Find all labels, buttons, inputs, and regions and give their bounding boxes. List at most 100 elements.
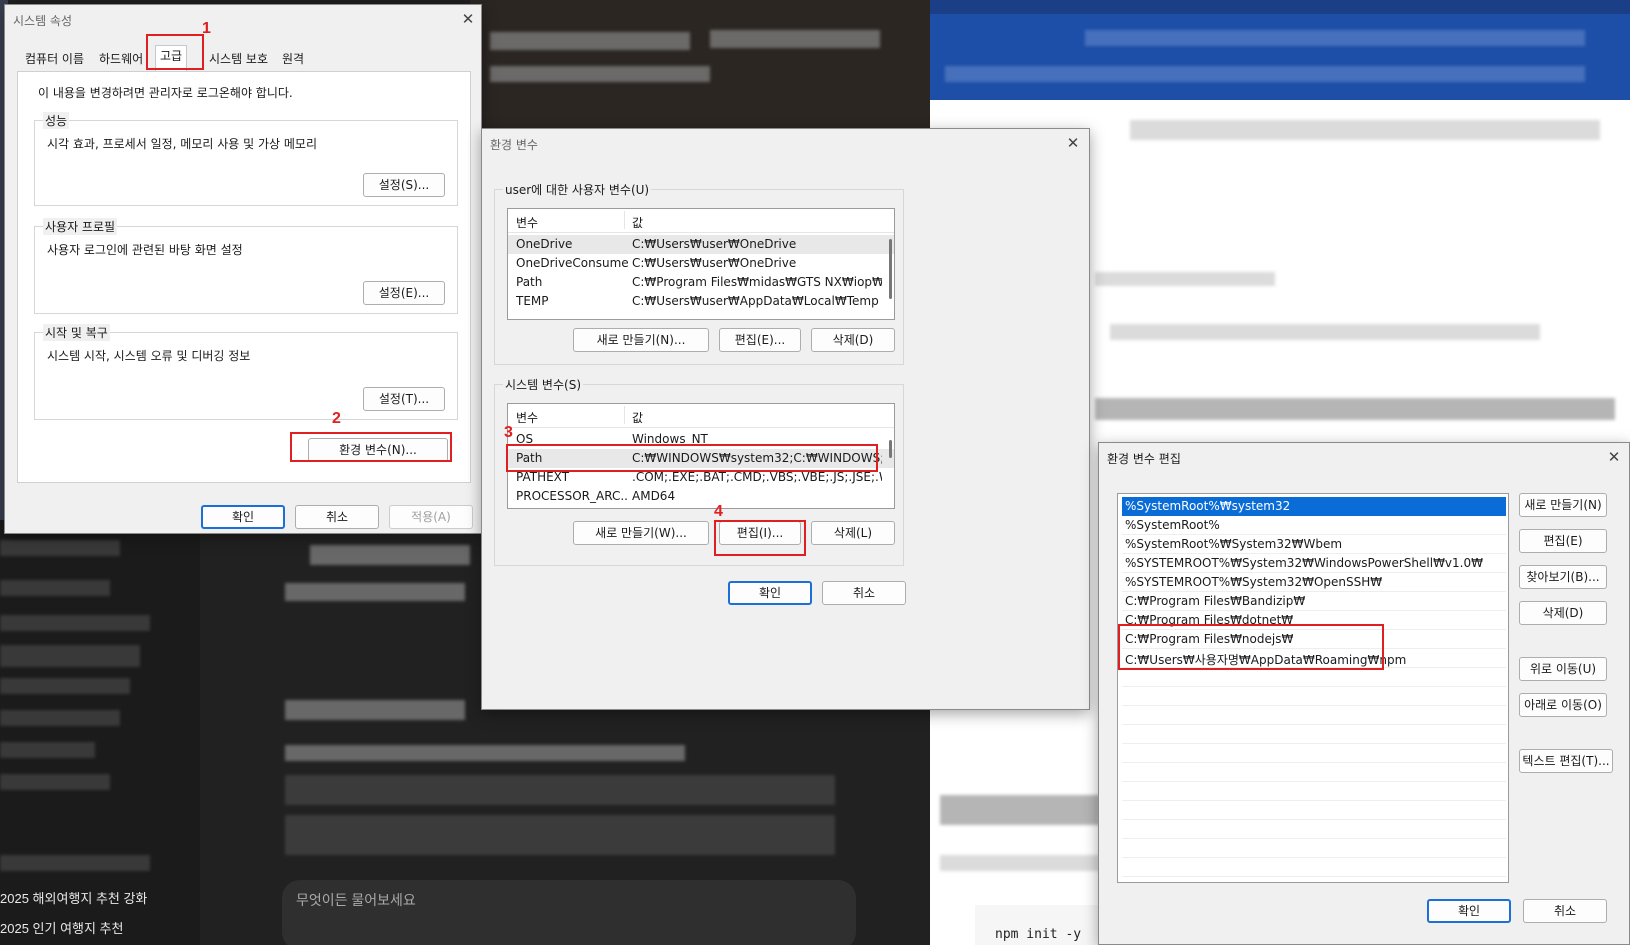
list-item-text: %SystemRoot%₩system32	[1125, 499, 1291, 513]
edit-entry-button[interactable]: 편집(E)	[1519, 529, 1607, 553]
ok-button[interactable]: 확인	[1427, 899, 1511, 923]
table-row[interactable]: PROCESSOR_ARC... AMD64	[508, 487, 894, 506]
user-edit-button[interactable]: 편집(E)...	[719, 328, 801, 352]
list-item-empty[interactable]	[1122, 668, 1506, 687]
list-item-empty[interactable]	[1122, 801, 1506, 820]
list-header: 변수 값	[508, 209, 894, 233]
blurred-block	[1095, 272, 1275, 286]
move-down-button[interactable]: 아래로 이동(O)	[1519, 693, 1607, 717]
row-name: OneDriveConsumer	[516, 256, 628, 270]
list-item-empty[interactable]	[1122, 687, 1506, 706]
path-entries-list[interactable]: %SystemRoot%₩system32 %SystemRoot% %Syst…	[1117, 493, 1509, 883]
chat-input-placeholder: 무엇이든 물어보세요	[296, 892, 416, 908]
sidebar-chat-item[interactable]: 2025 해외여행지 추천 강화	[0, 888, 147, 907]
startup-settings-button[interactable]: 설정(T)...	[363, 387, 445, 411]
list-item-selected[interactable]: %SystemRoot%₩system32	[1122, 497, 1506, 516]
list-item[interactable]: %SYSTEMROOT%₩System32₩OpenSSH₩	[1122, 573, 1506, 592]
group-desc: 사용자 로그인에 관련된 바탕 화면 설정	[47, 243, 243, 257]
blurred-block	[310, 545, 470, 565]
scrollbar[interactable]	[889, 440, 892, 458]
cancel-button[interactable]: 취소	[295, 505, 379, 529]
user-profiles-settings-button[interactable]: 설정(E)...	[363, 281, 445, 305]
list-item[interactable]: %SystemRoot%₩System32₩Wbem	[1122, 535, 1506, 554]
table-row[interactable]: TEMP C:₩Users₩user₩AppData₩Local₩Temp	[508, 292, 894, 311]
system-new-button[interactable]: 새로 만들기(W)...	[573, 521, 709, 545]
blurred-block	[285, 815, 835, 855]
user-delete-button[interactable]: 삭제(D)	[811, 328, 895, 352]
close-icon[interactable]: ✕	[457, 8, 479, 30]
blurred-block	[285, 745, 685, 761]
tab-hardware[interactable]: 하드웨어	[95, 49, 147, 71]
dialog-title: 시스템 속성	[13, 14, 73, 28]
tab-computer-name[interactable]: 컴퓨터 이름	[21, 49, 88, 71]
column-header-variable[interactable]: 변수	[516, 409, 538, 426]
list-item-empty[interactable]	[1122, 706, 1506, 725]
highlight-edit-button	[714, 520, 806, 556]
list-item-empty[interactable]	[1122, 725, 1506, 744]
row-name: TEMP	[516, 294, 549, 308]
ok-button[interactable]: 확인	[728, 581, 812, 605]
list-item-empty[interactable]	[1122, 820, 1506, 839]
list-item-empty[interactable]	[1122, 858, 1506, 877]
list-item[interactable]: %SYSTEMROOT%₩System32₩WindowsPowerShell₩…	[1122, 554, 1506, 573]
blurred-block	[1130, 120, 1600, 140]
user-variables-list[interactable]: 변수 값 OneDrive C:₩Users₩user₩OneDrive One…	[507, 208, 895, 320]
edit-text-button[interactable]: 텍스트 편집(T)...	[1519, 749, 1613, 773]
cancel-button[interactable]: 취소	[1523, 899, 1607, 923]
row-name: Path	[516, 275, 543, 289]
group-desc: 시스템 시작, 시스템 오류 및 디버깅 정보	[47, 349, 251, 363]
blurred-browser-tabs	[930, 0, 1630, 14]
blurred-block	[285, 775, 835, 805]
row-value: .COM;.EXE;.BAT;.CMD;.VBS;.VBE;.JS;.JSE;.…	[632, 470, 882, 484]
chat-input[interactable]: 무엇이든 물어보세요	[282, 880, 856, 945]
blurred-block	[945, 66, 1585, 82]
step-number: 2	[332, 410, 341, 427]
row-value: C:₩Program Files₩midas₩GTS NX₩iop₩co...	[632, 275, 882, 289]
apply-button[interactable]: 적용(A)	[389, 505, 473, 529]
performance-settings-button[interactable]: 설정(S)...	[363, 173, 445, 197]
list-item[interactable]: C:₩Program Files₩Bandizip₩	[1122, 592, 1506, 611]
column-header-value[interactable]: 값	[632, 214, 643, 231]
list-item-text: %SystemRoot%₩System32₩Wbem	[1125, 537, 1343, 551]
group-desc: 시각 효과, 프로세서 일정, 메모리 사용 및 가상 메모리	[47, 137, 317, 151]
browse-button[interactable]: 찾아보기(B)...	[1519, 565, 1607, 589]
list-item-empty[interactable]	[1122, 763, 1506, 782]
list-item-text: %SYSTEMROOT%₩System32₩OpenSSH₩	[1125, 575, 1383, 589]
new-entry-button[interactable]: 새로 만들기(N)	[1519, 493, 1607, 517]
row-name: OneDrive	[516, 237, 573, 251]
tab-system-protection[interactable]: 시스템 보호	[205, 49, 272, 71]
list-header: 변수 값	[508, 404, 894, 428]
column-header-value[interactable]: 값	[632, 409, 643, 426]
user-variables-group: user에 대한 사용자 변수(U) 변수 값 OneDrive C:₩User…	[494, 181, 904, 365]
startup-recovery-group: 시작 및 복구 시스템 시작, 시스템 오류 및 디버깅 정보 설정(T)...	[34, 324, 458, 420]
list-item-empty[interactable]	[1122, 782, 1506, 801]
move-up-button[interactable]: 위로 이동(U)	[1519, 657, 1607, 681]
highlight-new-entries	[1118, 624, 1384, 670]
blurred-block	[490, 32, 690, 50]
cancel-button[interactable]: 취소	[822, 581, 906, 605]
table-row[interactable]: OneDriveConsumer C:₩Users₩user₩OneDrive	[508, 254, 894, 273]
ok-button[interactable]: 확인	[201, 505, 285, 529]
close-icon[interactable]: ✕	[1062, 132, 1084, 154]
list-item[interactable]: %SystemRoot%	[1122, 516, 1506, 535]
blurred-block	[0, 580, 110, 596]
list-item-empty[interactable]	[1122, 839, 1506, 858]
system-delete-button[interactable]: 삭제(L)	[811, 521, 895, 545]
user-new-button[interactable]: 새로 만들기(N)...	[573, 328, 709, 352]
delete-entry-button[interactable]: 삭제(D)	[1519, 601, 1607, 625]
blurred-block	[710, 30, 880, 48]
scrollbar[interactable]	[889, 239, 892, 299]
step-number: 1	[202, 20, 211, 37]
environment-variables-dialog: 환경 변수 ✕ user에 대한 사용자 변수(U) 변수 값 OneDrive…	[481, 128, 1090, 710]
step-number: 3	[504, 424, 513, 441]
list-item-empty[interactable]	[1122, 744, 1506, 763]
close-icon[interactable]: ✕	[1603, 446, 1625, 468]
table-row[interactable]: Path C:₩Program Files₩midas₩GTS NX₩iop₩c…	[508, 273, 894, 292]
list-item-text: C:₩Program Files₩Bandizip₩	[1125, 594, 1306, 608]
code-text: npm init -y	[995, 927, 1082, 942]
sidebar-chat-item[interactable]: 2025 인기 여행지 추천	[0, 918, 123, 937]
table-row[interactable]: OneDrive C:₩Users₩user₩OneDrive	[508, 235, 894, 254]
blurred-block	[1095, 398, 1615, 420]
column-header-variable[interactable]: 변수	[516, 214, 538, 231]
tab-remote[interactable]: 원격	[278, 49, 308, 71]
